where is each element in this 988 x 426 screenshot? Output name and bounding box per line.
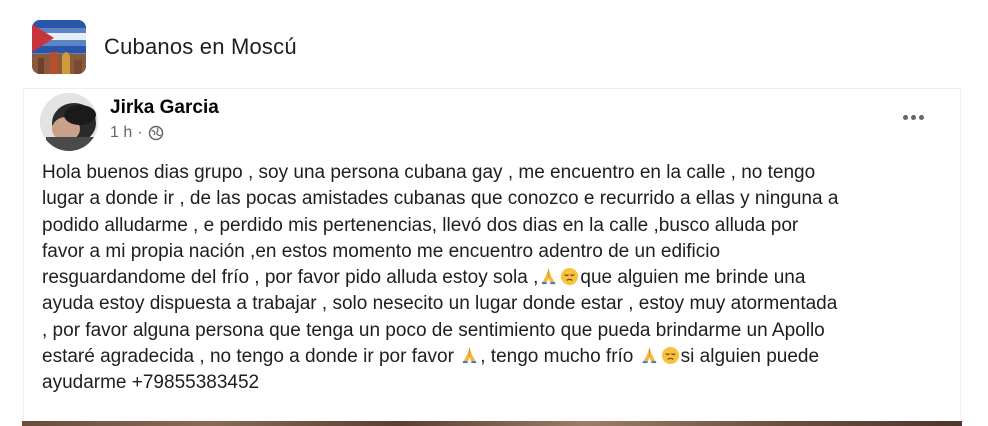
pensive-face-emoji — [561, 268, 579, 286]
author-avatar[interactable] — [40, 93, 98, 151]
folded-hands-emoji — [463, 347, 477, 364]
post-meta: 1 h · — [110, 124, 164, 142]
post-line: podido alludarme , e perdido mis pertene… — [42, 214, 799, 236]
more-options-icon[interactable] — [896, 106, 930, 128]
post-line: ayuda estoy dispuesta a trabajar , solo … — [42, 293, 838, 315]
post-line: Hola buenos dias grupo , soy una persona… — [42, 162, 816, 183]
post-line: ayudarme +79855383452 — [42, 372, 260, 394]
author-name[interactable]: Jirka Garcia — [110, 97, 219, 119]
post-text-segment: resguardandome del frío , por favor pido… — [42, 267, 539, 289]
group-name[interactable]: Cubanos en Moscú — [104, 34, 297, 60]
post-line: favor a mi propia nación ,en estos momen… — [42, 240, 721, 262]
post-line: , por favor alguna persona que tenga un … — [42, 319, 825, 341]
post-line: lugar a donde ir , de las pocas amistade… — [42, 188, 839, 210]
folded-hands-emoji — [542, 269, 556, 285]
post-text-segment: que alguien me brinde una — [580, 267, 806, 289]
post-body: Hola buenos dias grupo , soy una persona… — [42, 160, 957, 397]
pensive-face-emoji — [661, 347, 679, 365]
meta-separator: · — [137, 124, 143, 141]
globe-icon — [148, 125, 163, 141]
post-text-segment: estaré agradecida , no tengo a donde ir … — [42, 346, 454, 368]
group-cover-thumbnail[interactable] — [32, 20, 86, 74]
post-image-preview[interactable] — [22, 421, 962, 426]
folded-hands-emoji — [642, 347, 656, 364]
post-time[interactable]: 1 h — [110, 124, 132, 142]
post-line: resguardandome del frío , por favor pido… — [42, 265, 957, 291]
post-text-segment: si alguien puede — [680, 346, 820, 368]
post-text-segment: , tengo mucho frío — [480, 346, 634, 368]
post-line: estaré agradecida , no tengo a donde ir … — [42, 344, 957, 370]
group-header: Cubanos en Moscú — [0, 0, 988, 88]
